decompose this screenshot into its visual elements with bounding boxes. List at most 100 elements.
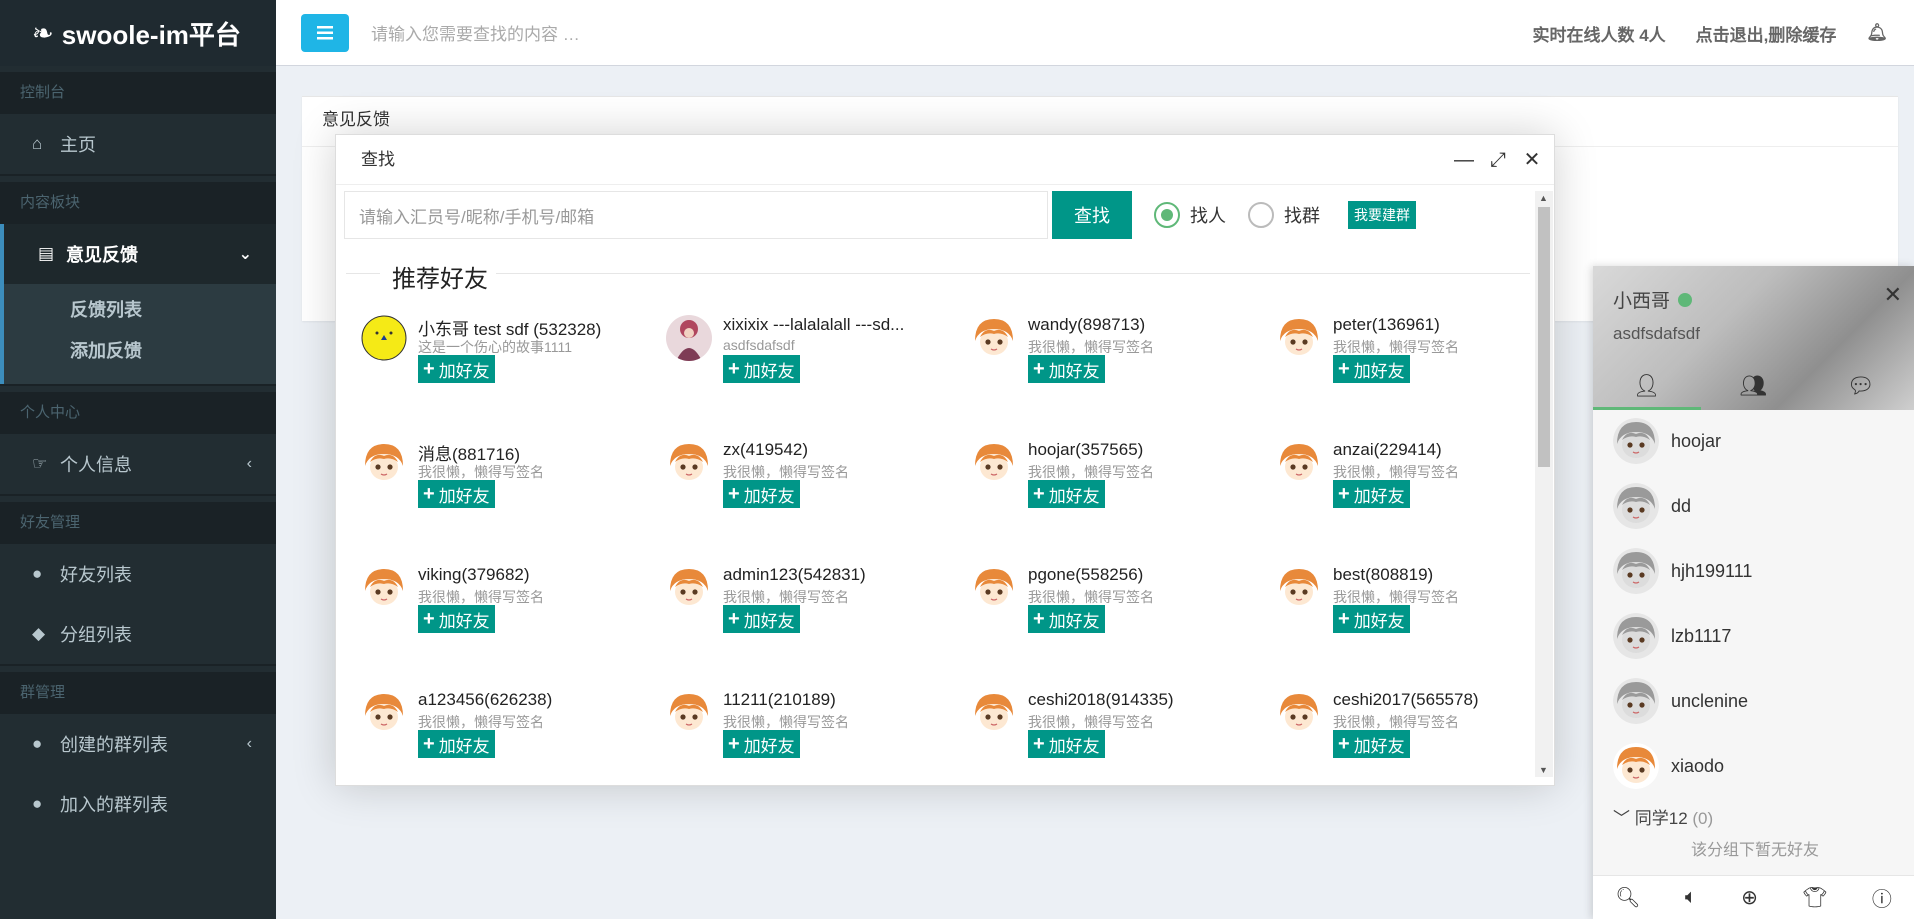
user-name[interactable]: 11211(210189) — [723, 690, 963, 710]
recommend-user-card: hoojar(357565) 我很懒，懒得写签名 + 加好友 — [971, 440, 1271, 520]
info-icon[interactable]: ⓘ — [1872, 883, 1892, 912]
minimize-icon[interactable]: — — [1454, 135, 1474, 185]
recommend-user-card: zx(419542) 我很懒，懒得写签名 + 加好友 — [666, 440, 966, 520]
recommend-title: 推荐好友 — [380, 259, 496, 294]
im-friend-item[interactable]: hoojar — [1613, 416, 1721, 466]
sidebar-item-joined-groups[interactable]: ● 加入的群列表 — [0, 774, 276, 834]
user-name[interactable]: admin123(542831) — [723, 565, 963, 585]
add-friend-button[interactable]: + 加好友 — [418, 730, 495, 758]
im-friend-item[interactable]: lzb1117 — [1613, 611, 1731, 661]
avatar[interactable] — [666, 440, 712, 486]
user-signature: 我很懒，懒得写签名 — [418, 714, 544, 730]
avatar[interactable] — [971, 440, 1017, 486]
section-header-personal: 个人中心 — [0, 392, 276, 434]
user-name[interactable]: xixixix ---lalalalall ---sd... — [723, 315, 963, 335]
avatar[interactable] — [361, 565, 407, 611]
add-friend-button[interactable]: + 加好友 — [1333, 480, 1410, 508]
search-icon[interactable]: 🔍︎ — [1615, 885, 1640, 910]
im-friend-item[interactable]: dd — [1613, 481, 1691, 531]
user-signature: 我很懒，懒得写签名 — [723, 714, 849, 730]
avatar[interactable] — [666, 690, 712, 736]
top-search-input[interactable]: 请输入您需要查找的内容 … — [371, 20, 971, 45]
sound-icon[interactable]: 🔈︎ — [1685, 886, 1697, 909]
avatar[interactable] — [1276, 440, 1322, 486]
add-friend-button[interactable]: + 加好友 — [418, 605, 495, 633]
add-friend-button[interactable]: + 加好友 — [723, 355, 800, 383]
im-friend-item[interactable]: xiaodo — [1613, 741, 1724, 791]
user-name[interactable]: a123456(626238) — [418, 690, 658, 710]
user-name[interactable]: zx(419542) — [723, 440, 963, 460]
close-icon[interactable]: ✕ — [1522, 135, 1542, 185]
sidebar-item-feedback[interactable]: ▤ 意见反馈 ⌄ — [0, 224, 276, 284]
film-icon: ▤ — [38, 244, 55, 263]
add-friend-button[interactable]: + 加好友 — [418, 480, 495, 508]
sidebar-item-feedback-list[interactable]: 反馈列表 — [4, 290, 276, 331]
avatar[interactable] — [971, 565, 1017, 611]
avatar[interactable] — [666, 315, 712, 361]
logout-link[interactable]: 点击退出,删除缓存 — [1696, 21, 1837, 46]
maximize-icon[interactable]: ⤢ — [1488, 135, 1508, 185]
avatar[interactable] — [1276, 565, 1322, 611]
scroll-up-icon[interactable]: ▲ — [1539, 193, 1548, 203]
add-friend-button[interactable]: + 加好友 — [723, 480, 800, 508]
avatar[interactable] — [1276, 315, 1322, 361]
hamburger-icon — [317, 25, 333, 39]
dialog-scrollbar[interactable]: ▲ ▼ — [1535, 191, 1553, 777]
add-friend-label: 加好友 — [438, 736, 490, 756]
sidebar-item-friend-list[interactable]: ● 好友列表 — [0, 544, 276, 604]
avatar[interactable] — [361, 690, 407, 736]
close-icon[interactable]: ✕ — [1884, 282, 1902, 308]
add-friend-button[interactable]: + 加好友 — [1028, 730, 1105, 758]
avatar[interactable] — [971, 690, 1017, 736]
add-friend-button[interactable]: + 加好友 — [1333, 730, 1410, 758]
add-friend-button[interactable]: + 加好友 — [723, 730, 800, 758]
create-group-button[interactable]: 我要建群 — [1348, 201, 1416, 229]
sidebar-item-home[interactable]: ⌂ 主页 — [0, 114, 276, 174]
group-header[interactable]: ﹀ 同学12 (0) — [1613, 804, 1713, 829]
user-name[interactable]: ceshi2018(914335) — [1028, 690, 1268, 710]
sidebar-item-feedback-add[interactable]: 添加反馈 — [4, 331, 276, 372]
sidebar-item-created-groups[interactable]: ● 创建的群列表 ‹ — [0, 714, 276, 774]
tab-friends-icon[interactable]: 👤︎ — [1633, 373, 1661, 399]
avatar[interactable] — [361, 315, 407, 361]
add-friend-button[interactable]: + 加好友 — [723, 605, 800, 633]
add-friend-label: 加好友 — [1048, 611, 1100, 631]
scroll-thumb[interactable] — [1538, 207, 1550, 467]
tab-history-icon[interactable]: 💬︎ — [1847, 373, 1875, 399]
find-input[interactable]: 请输入汇员号/昵称/手机号/邮箱 — [344, 191, 1048, 239]
im-signature[interactable]: asdfsdafsdf — [1613, 324, 1700, 344]
scroll-down-icon[interactable]: ▼ — [1539, 765, 1548, 775]
add-friend-button[interactable]: + 加好友 — [1028, 605, 1105, 633]
user-name[interactable]: viking(379682) — [418, 565, 658, 585]
friend-name: hjh199111 — [1671, 560, 1753, 581]
add-friend-button[interactable]: + 加好友 — [1333, 355, 1410, 383]
avatar[interactable] — [361, 440, 407, 486]
user-signature: 我很懒，懒得写签名 — [1028, 589, 1154, 605]
add-friend-button[interactable]: + 加好友 — [1028, 480, 1105, 508]
user-signature: 我很懒，懒得写签名 — [1333, 714, 1459, 730]
add-friend-label: 加好友 — [1353, 486, 1405, 506]
radio-find-person[interactable]: 找人 — [1154, 202, 1226, 228]
im-friend-item[interactable]: unclenine — [1613, 676, 1748, 726]
avatar[interactable] — [1276, 690, 1322, 736]
skin-icon[interactable]: 👕︎ — [1802, 885, 1827, 910]
sidebar-item-profile[interactable]: ☞ 个人信息 ‹ — [0, 434, 276, 494]
avatar[interactable] — [971, 315, 1017, 361]
add-friend-button[interactable]: + 加好友 — [1028, 355, 1105, 383]
brand[interactable]: ❧ swoole-im平台 — [0, 0, 276, 66]
im-friend-item[interactable]: hjh199111 — [1613, 546, 1752, 596]
tab-groups-icon[interactable]: 👥︎ — [1740, 373, 1768, 399]
dialog-header: 查找 — ⤢ ✕ — [336, 135, 1554, 185]
menu-toggle-button[interactable] — [301, 13, 349, 52]
sidebar-item-group-list[interactable]: ◆ 分组列表 — [0, 604, 276, 664]
add-friend-button[interactable]: + 加好友 — [418, 355, 495, 383]
bell-icon[interactable]: 🔔︎ — [1866, 23, 1888, 43]
user-name[interactable]: hoojar(357565) — [1028, 440, 1268, 460]
radio-find-group[interactable]: 找群 — [1248, 202, 1320, 228]
find-button[interactable]: 查找 — [1052, 191, 1132, 239]
user-name[interactable]: wandy(898713) — [1028, 315, 1268, 335]
add-friend-button[interactable]: + 加好友 — [1333, 605, 1410, 633]
add-icon[interactable]: ⊕ — [1741, 885, 1758, 910]
avatar[interactable] — [666, 565, 712, 611]
user-name[interactable]: pgone(558256) — [1028, 565, 1268, 585]
